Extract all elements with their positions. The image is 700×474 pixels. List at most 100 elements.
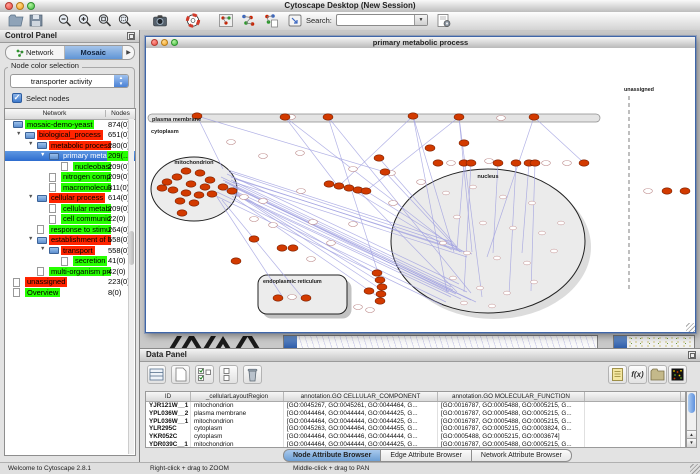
network-node-selected[interactable] [334,183,344,189]
network-node[interactable] [259,154,268,159]
search-input[interactable]: ▼ [336,14,428,26]
background-window-fragment[interactable] [283,335,598,349]
expand-arrow-icon[interactable]: ▼ [28,194,33,200]
tree-row[interactable]: macromolecule311(0) [5,182,135,193]
network-node-selected[interactable] [680,188,690,194]
tree-row[interactable]: unassigned223(0) [5,277,135,288]
tab-mosaic[interactable]: Mosaic [65,46,124,59]
zoom-selected-icon[interactable] [97,13,113,28]
nucleus-node[interactable] [494,256,501,260]
select-attributes-icon[interactable] [195,365,214,384]
network-node[interactable] [259,199,268,204]
tree-row[interactable]: nitrogen compo209(0) [5,172,135,183]
network-node-selected[interactable] [529,114,539,120]
network-node-selected[interactable] [162,179,172,185]
nucleus-node[interactable] [551,249,558,253]
tree-row[interactable]: Overview8(0) [5,287,135,298]
network-node-selected[interactable] [324,181,334,187]
column-header[interactable]: annotation.GO CELLULAR_COMPONENT [284,392,438,401]
expand-arrow-icon[interactable]: ▼ [40,152,45,158]
network-node[interactable] [349,222,358,227]
network-node-selected[interactable] [323,114,333,120]
import-network-icon[interactable] [287,13,303,28]
delete-attribute-icon[interactable] [243,365,262,384]
annotation-icon[interactable] [608,365,627,384]
unselect-attributes-icon[interactable] [219,365,238,384]
tree-row[interactable]: cellular metabol209(0) [5,203,135,214]
network-node-selected[interactable] [376,291,386,297]
table-row[interactable]: YLR295Ccytoplasm[GO:0045263, GO:0044464,… [146,425,685,433]
column-header[interactable]: _cellularLayoutRegion [191,392,284,401]
network-node-selected[interactable] [380,169,390,175]
network-node-selected[interactable] [273,295,283,301]
network-node-selected[interactable] [288,245,298,251]
network-node-selected[interactable] [344,185,354,191]
network-node-selected[interactable] [168,187,178,193]
network-node[interactable] [288,295,297,300]
network-node-selected[interactable] [280,114,290,120]
network-node[interactable] [542,161,551,166]
network-node-selected[interactable] [231,258,241,264]
network-node-selected[interactable] [408,113,418,119]
tree-scrollbar-thumb[interactable] [129,231,134,265]
network-node-selected[interactable] [194,192,204,198]
background-window-fragment[interactable] [613,335,695,349]
select-all-attributes-icon[interactable] [147,365,166,384]
network-node-selected[interactable] [425,145,435,151]
destroy-network-icon[interactable] [218,13,234,28]
network-node[interactable] [227,140,236,145]
network-node[interactable] [354,305,363,310]
table-scrollbar[interactable]: ▲ ▼ [686,391,697,448]
tab-overflow-arrow-icon[interactable]: ▶ [123,46,134,59]
column-header[interactable] [585,392,681,401]
network-node-selected[interactable] [579,160,589,166]
tree-row[interactable]: mosaic-demo-yeast874(0) [5,119,135,130]
tree-row[interactable]: ▼establishment of lo558(0) [5,235,135,246]
network-node[interactable] [389,201,398,206]
tree-row[interactable]: ▼transport558(0) [5,245,135,256]
nucleus-node[interactable] [454,215,461,219]
select-nodes-checkbox[interactable]: ✓ [12,93,22,103]
network-node-selected[interactable] [186,181,196,187]
network-node-selected[interactable] [372,270,382,276]
network-node-selected[interactable] [466,160,476,166]
network-node-selected[interactable] [157,185,167,191]
network-node-selected[interactable] [175,198,185,204]
nucleus-node[interactable] [500,195,507,199]
zoom-in-icon[interactable] [77,13,93,28]
help-lifering-icon[interactable] [185,13,201,28]
network-canvas[interactable]: plasma membrane cytoplasm mitochondrion … [146,48,695,332]
import-attributes-icon[interactable] [648,365,667,384]
network-node-selected[interactable] [218,184,228,190]
network-node-selected[interactable] [277,245,287,251]
tree-row[interactable]: response to stimulu264(0) [5,224,135,235]
search-configure-icon[interactable] [436,13,452,28]
network-node-selected[interactable] [374,155,384,161]
nucleus-node[interactable] [464,251,471,255]
nucleus-node[interactable] [539,231,546,235]
nucleus-node[interactable] [450,276,457,280]
network-node[interactable] [485,159,494,164]
tree-row[interactable]: nucleobase-209(0) [5,161,135,172]
formula-icon[interactable]: f(x) [628,365,647,384]
expand-arrow-icon[interactable]: ▼ [28,141,33,147]
network-node-selected[interactable] [454,114,464,120]
table-row[interactable]: YKR052Ccytoplasm[GO:0044464, GO:0044446,… [146,433,685,441]
float-panel-icon[interactable] [688,351,696,359]
snapshot-camera-icon[interactable] [152,13,168,28]
network-node-selected[interactable] [433,160,443,166]
tree-row[interactable]: cell communicat22(0) [5,214,135,225]
network-node-selected[interactable] [200,184,210,190]
table-row[interactable]: YDR039C__1mitochondrion[GO:0044464, GO:0… [146,441,685,448]
destroy-network-view-icon[interactable] [263,13,279,28]
network-node[interactable] [366,308,375,313]
tree-row[interactable]: secretion41(0) [5,256,135,267]
network-node-selected[interactable] [662,188,672,194]
matrix-view-icon[interactable] [668,365,687,384]
new-attribute-icon[interactable] [171,365,190,384]
network-node[interactable] [240,195,249,200]
network-node[interactable] [349,167,358,172]
nucleus-node[interactable] [510,226,517,230]
zoom-fit-icon[interactable] [117,13,133,28]
network-node-selected[interactable] [301,295,311,301]
